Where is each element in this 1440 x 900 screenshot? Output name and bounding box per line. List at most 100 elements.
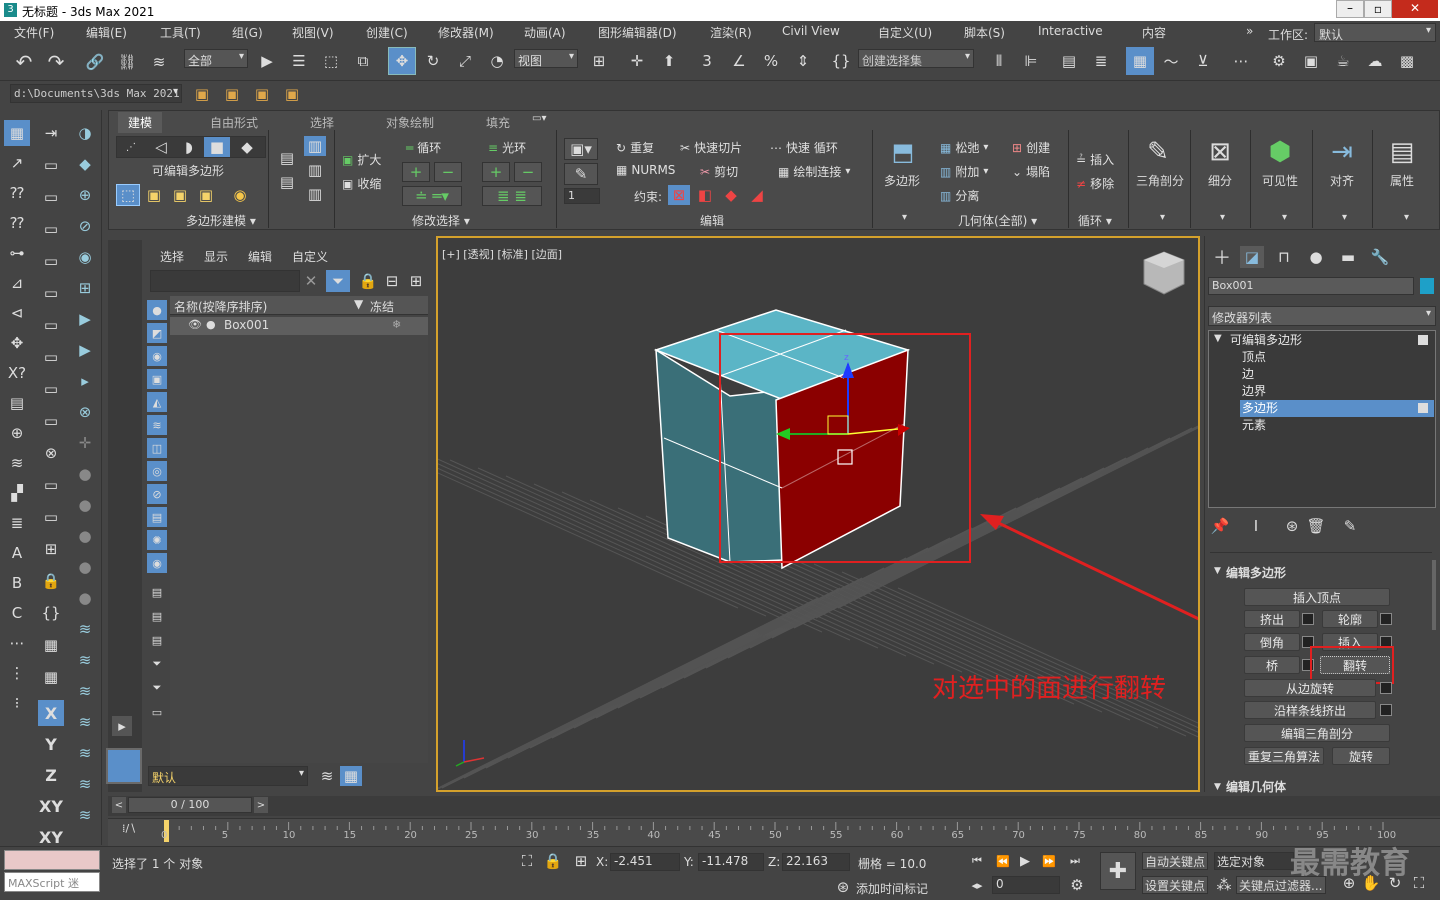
edit-poly-rollout-title[interactable]: 编辑多边形 bbox=[1226, 564, 1286, 581]
left-tool-icon[interactable]: ◆ bbox=[72, 151, 98, 177]
curve-editor-icon[interactable]: 〜 bbox=[1158, 48, 1184, 74]
axis-constraint-icon[interactable]: XY bbox=[38, 793, 64, 819]
select-manipulate-icon[interactable]: ✛ bbox=[624, 48, 650, 74]
vertex-icon[interactable]: ⋰ bbox=[118, 137, 144, 157]
loop-button[interactable]: ═ 循环 bbox=[406, 139, 441, 156]
ribbon-options-icon[interactable]: ▭▾ bbox=[532, 113, 546, 124]
play-icon[interactable]: ▶ bbox=[1016, 852, 1034, 870]
layer-stack-icon[interactable]: ≋ bbox=[316, 766, 338, 786]
explorer-filter-icon[interactable]: ◩ bbox=[147, 323, 167, 343]
motion-tab-icon[interactable]: ● bbox=[1304, 246, 1328, 268]
schematic-view-icon[interactable]: ⊻ bbox=[1190, 48, 1216, 74]
left-tool-icon[interactable]: ≋ bbox=[72, 771, 98, 797]
left-tool-icon[interactable]: ≋ bbox=[72, 647, 98, 673]
move-icon[interactable]: ✥ bbox=[388, 47, 416, 75]
sel-4-icon[interactable]: ▥ bbox=[304, 160, 326, 180]
visibility-eye-icon[interactable]: 👁 bbox=[188, 318, 202, 331]
time-prev-icon[interactable]: < bbox=[112, 797, 126, 813]
viewport[interactable]: [+] [透视] [标准] [边面] z 对选中的面进行翻转 bbox=[436, 236, 1200, 792]
menu-item[interactable]: 修改器(M) bbox=[438, 24, 494, 41]
placement-icon[interactable]: ◔ bbox=[484, 48, 510, 74]
left-tool-icon[interactable]: {} bbox=[38, 600, 64, 626]
spinner-field[interactable]: 1 bbox=[564, 188, 600, 204]
configure-sets-icon[interactable]: ✎ bbox=[1340, 516, 1360, 536]
link-icon[interactable]: 🔗 bbox=[82, 49, 108, 75]
explorer-menu-item[interactable]: 编辑 bbox=[248, 248, 272, 265]
poly-sel-5-icon[interactable]: ◉ bbox=[228, 184, 252, 206]
time-next-icon[interactable]: > bbox=[254, 797, 268, 813]
stack-item-vertex[interactable]: 顶点 bbox=[1242, 349, 1266, 366]
sel-3-icon[interactable]: ▥ bbox=[304, 136, 326, 156]
window-crossing-icon[interactable]: ⧉ bbox=[350, 48, 376, 74]
render-dot-icon[interactable]: ● bbox=[206, 318, 216, 331]
left-tool-icon[interactable]: ≋ bbox=[72, 740, 98, 766]
render-icon[interactable]: ☕ bbox=[1330, 48, 1356, 74]
menu-item[interactable]: 内容 bbox=[1142, 24, 1166, 41]
ring-mode-icon[interactable]: ≣ ≣ bbox=[482, 186, 542, 206]
x-field[interactable]: -2.451 bbox=[610, 853, 680, 871]
menu-item[interactable]: Interactive bbox=[1038, 24, 1103, 38]
left-tool-icon[interactable]: ↗ bbox=[4, 150, 30, 176]
left-tool-icon[interactable]: ◑ bbox=[72, 120, 98, 146]
cut-button[interactable]: ✂ 剪切 bbox=[700, 163, 738, 180]
maxscript-listener-pink[interactable] bbox=[4, 850, 100, 870]
angle-snap-icon[interactable]: ∠ bbox=[726, 48, 752, 74]
left-tool-icon[interactable]: ≋ bbox=[72, 678, 98, 704]
detach-button[interactable]: ▥ 分离 bbox=[940, 187, 979, 204]
explorer-menu-item[interactable]: 显示 bbox=[204, 248, 228, 265]
command-scrollbar[interactable] bbox=[1432, 560, 1436, 630]
left-tool-icon[interactable]: ⊕ bbox=[4, 420, 30, 446]
extrude-spline-button[interactable]: 沿样条线挤出 bbox=[1244, 701, 1376, 719]
left-tool-icon[interactable]: ⊕ bbox=[72, 182, 98, 208]
rendered-frame-icon[interactable]: ▣ bbox=[1298, 48, 1324, 74]
project-open-icon[interactable]: ▣ bbox=[220, 82, 244, 106]
left-tool-icon[interactable]: ✥ bbox=[4, 330, 30, 356]
modify-tab-icon[interactable]: ◪ bbox=[1240, 246, 1264, 268]
element-icon[interactable]: ◆ bbox=[234, 137, 260, 157]
left-tool-icon[interactable]: ▶ bbox=[72, 306, 98, 332]
explorer-filter-icon[interactable]: ⊘ bbox=[147, 484, 167, 504]
left-tool-icon[interactable]: ● bbox=[72, 523, 98, 549]
isolate-icon[interactable]: ⛶ bbox=[518, 852, 536, 870]
hierarchy-icon[interactable]: ⊟ bbox=[382, 270, 402, 292]
orbit-icon[interactable]: ↻ bbox=[1386, 874, 1404, 892]
left-tool-icon[interactable]: ⇥ bbox=[38, 120, 64, 146]
utilities-tab-icon[interactable]: 🔧 bbox=[1368, 246, 1392, 268]
left-tool-icon[interactable]: ⁇ bbox=[4, 180, 30, 206]
poly-sel-4-icon[interactable]: ▣ bbox=[194, 184, 218, 206]
project-folder-icon[interactable]: ▣ bbox=[190, 82, 214, 106]
modifier-list-select[interactable]: 修改器列表 ▾ bbox=[1208, 306, 1436, 326]
project-path[interactable]: d:\Documents\3ds Max 2021 ▾ bbox=[10, 84, 182, 103]
triangulate-icon[interactable]: ✎ bbox=[1140, 134, 1176, 170]
ribbon-panel-label[interactable]: 多边形建模 ▾ bbox=[186, 212, 256, 229]
maxscript-input[interactable]: MAXScript 迷 bbox=[4, 872, 100, 892]
left-tool-icon[interactable]: ● bbox=[72, 461, 98, 487]
maximize-button[interactable]: ▫ bbox=[1364, 0, 1392, 18]
extrude-button[interactable]: 挤出 bbox=[1244, 610, 1300, 628]
left-tool-icon[interactable]: ▭ bbox=[38, 344, 64, 370]
left-tool-icon[interactable]: ● bbox=[72, 554, 98, 580]
relax-button[interactable]: ▦ 松弛 ▾ bbox=[940, 139, 988, 156]
layer-explorer-mode-icon[interactable]: ▦ bbox=[340, 766, 362, 786]
left-tool-icon[interactable]: ▭ bbox=[38, 216, 64, 242]
left-tool-icon[interactable]: ▭ bbox=[38, 152, 64, 178]
remove-loop-button[interactable]: ≠ 移除 bbox=[1076, 175, 1114, 192]
explorer-filter-icon[interactable]: ▤ bbox=[147, 606, 167, 626]
menu-item[interactable]: Civil View bbox=[782, 24, 840, 38]
left-tool-icon[interactable]: C bbox=[4, 600, 30, 626]
filter-icon[interactable]: ⏷ bbox=[326, 270, 350, 292]
next-frame-icon[interactable]: ⏩ bbox=[1040, 852, 1058, 870]
goto-start-icon[interactable]: ⏮ bbox=[968, 852, 986, 870]
left-tool-icon[interactable]: ▭ bbox=[38, 472, 64, 498]
left-tool-icon[interactable]: ⊗ bbox=[72, 399, 98, 425]
rollout-collapse-icon[interactable]: ▼ bbox=[1214, 782, 1221, 792]
rotate-icon[interactable]: ↻ bbox=[420, 48, 446, 74]
edit-2-icon[interactable]: ✎ bbox=[564, 163, 598, 185]
create-tab-icon[interactable]: ＋ bbox=[1210, 246, 1234, 269]
chevron-down-icon[interactable]: ▾ bbox=[1160, 212, 1165, 223]
left-tool-icon[interactable]: X? bbox=[4, 360, 30, 386]
constraint-normal-icon[interactable]: ◢ bbox=[746, 185, 768, 205]
left-tool-icon[interactable]: ≋ bbox=[72, 709, 98, 735]
hierarchy-tab-icon[interactable]: ⊓ bbox=[1272, 246, 1296, 268]
loop-mode-icon[interactable]: ≐ ═▾ bbox=[402, 186, 462, 206]
